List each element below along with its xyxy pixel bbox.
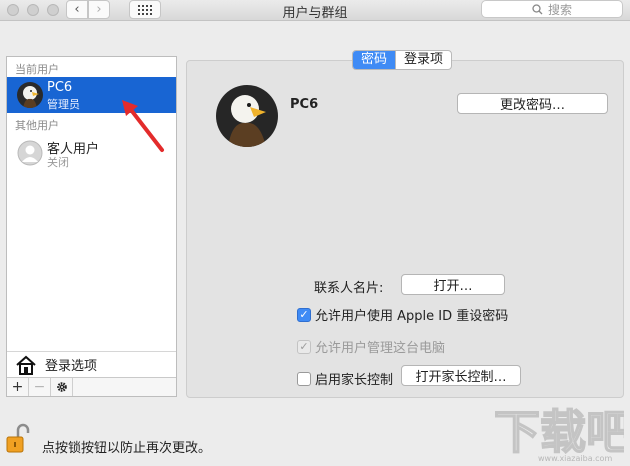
- search-icon: [532, 3, 543, 14]
- checkmark-icon: ✓: [297, 307, 311, 322]
- allow-admin-checkbox: ✓ 允许用户管理这台电脑: [297, 337, 445, 356]
- open-contact-card-button[interactable]: 打开…: [401, 274, 505, 295]
- options-button[interactable]: [51, 378, 73, 396]
- minus-icon: −: [33, 379, 46, 395]
- titlebar: ‹ › 用户与群组 搜索: [0, 0, 630, 21]
- open-parental-controls-button[interactable]: 打开家长控制…: [401, 365, 521, 386]
- gear-icon: [56, 382, 67, 392]
- other-users-label: 其他用户: [15, 119, 59, 132]
- current-users-label: 当前用户: [15, 63, 59, 76]
- checkbox-label: 允许用户使用 Apple ID 重设密码: [315, 309, 509, 324]
- search-field[interactable]: 搜索: [481, 0, 623, 18]
- plus-icon: +: [11, 379, 24, 395]
- house-icon: [16, 355, 36, 375]
- checkbox-label: 允许用户管理这台电脑: [315, 341, 446, 356]
- allow-apple-id-checkbox[interactable]: ✓ 允许用户使用 Apple ID 重设密码: [297, 305, 508, 324]
- user-name: PC6: [47, 80, 73, 95]
- list-toolbar: + −: [7, 377, 176, 396]
- enable-parental-checkbox[interactable]: 启用家长控制: [297, 369, 393, 388]
- user-role: 关闭: [47, 156, 69, 169]
- person-avatar-icon: [17, 140, 43, 166]
- red-arrow-annotation: [122, 100, 164, 152]
- search-placeholder: 搜索: [547, 2, 572, 17]
- tab-password[interactable]: 密码: [353, 51, 396, 69]
- add-user-button[interactable]: +: [7, 378, 29, 396]
- lock-hint-text: 点按锁按钮以防止再次更改。: [42, 441, 212, 456]
- login-options-row[interactable]: 登录选项: [7, 351, 176, 377]
- checkbox-label: 启用家长控制: [315, 373, 394, 388]
- watermark-url: www.xiazaiba.com: [538, 454, 613, 463]
- eagle-avatar-icon: [216, 85, 278, 147]
- unlocked-lock-icon[interactable]: [6, 423, 30, 453]
- tab-login-items[interactable]: 登录项: [395, 51, 451, 69]
- user-role: 管理员: [47, 98, 80, 111]
- user-full-name: PC6: [290, 97, 319, 112]
- watermark-logo: 下载吧: [493, 404, 624, 460]
- login-options-label: 登录选项: [45, 359, 98, 374]
- remove-user-button[interactable]: −: [29, 378, 51, 396]
- svg-text:下载吧: 下载吧: [494, 405, 624, 459]
- change-password-button[interactable]: 更改密码…: [457, 93, 608, 114]
- contact-card-label: 联系人名片:: [314, 281, 384, 296]
- tab-control: 密码 登录项: [352, 50, 453, 70]
- checkmark-icon: ✓: [297, 339, 311, 354]
- user-picture[interactable]: [216, 85, 278, 147]
- eagle-avatar-icon: [17, 82, 43, 108]
- checkbox-box: [297, 371, 311, 386]
